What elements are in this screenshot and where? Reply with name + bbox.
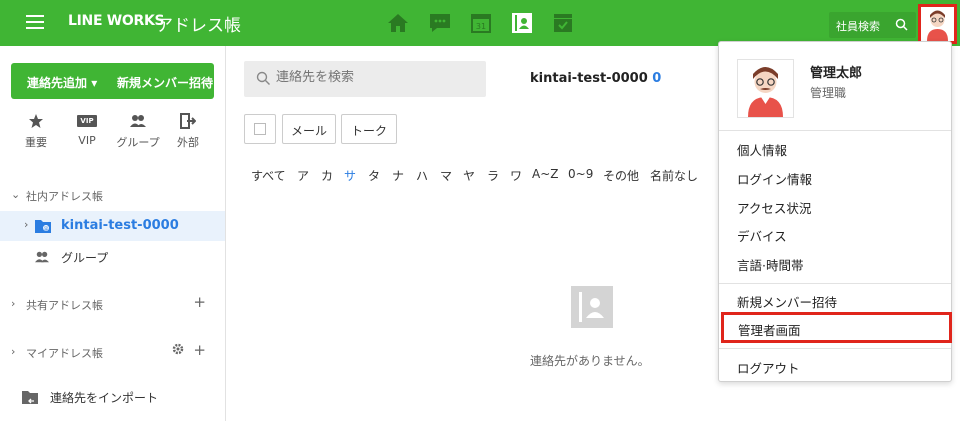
kana-filter-13[interactable]: その他 [603, 167, 639, 184]
gear-icon[interactable] [172, 343, 184, 358]
employee-search-button[interactable]: 社員検索 [829, 12, 916, 38]
profile-avatar-button[interactable] [918, 4, 957, 44]
top-header: LINE WORKS アドレス帳 31 社員検索 [0, 0, 960, 46]
brand-logo[interactable]: LINE WORKS [68, 13, 165, 29]
star-icon [11, 112, 61, 130]
kana-filter-9[interactable]: ラ [487, 167, 499, 184]
domain-title: kintai-test-0000 0 [530, 71, 661, 86]
search-icon [895, 18, 908, 34]
contacts-icon[interactable] [510, 11, 534, 35]
calendar-icon[interactable]: 31 [469, 11, 493, 35]
add-icon[interactable]: + [193, 293, 206, 311]
invite-member-button[interactable]: 新規メンバー招待 [117, 74, 213, 91]
quick-group-label: グループ [116, 136, 160, 149]
kana-filter-12[interactable]: 0~9 [568, 167, 593, 181]
kana-filter-6[interactable]: ハ [416, 167, 428, 184]
drive-icon[interactable] [551, 11, 575, 35]
folder-icon: @ [34, 218, 52, 238]
internal-address-book-label: 社内アドレス帳 [26, 190, 103, 203]
add-contact-button[interactable]: 連絡先追加 ▾ 新規メンバー招待 [11, 63, 214, 99]
profile-avatar [737, 59, 794, 118]
add-contact-label[interactable]: 連絡先追加 ▾ [27, 74, 97, 91]
group-icon [34, 249, 50, 268]
quick-vip[interactable]: VIP VIP [62, 112, 112, 147]
contact-search-input[interactable] [276, 70, 476, 85]
kana-filter-11[interactable]: A~Z [532, 167, 558, 181]
menu-item-personal-info[interactable]: 個人情報 [737, 140, 787, 159]
group-icon [113, 112, 163, 130]
kana-filter-14[interactable]: 名前なし [650, 167, 698, 184]
quick-group[interactable]: グループ [113, 112, 163, 150]
kana-filter-5[interactable]: ナ [392, 167, 404, 184]
talk-button[interactable]: トーク [341, 114, 397, 144]
menu-item-logout[interactable]: ログアウト [737, 358, 800, 377]
menu-item-admin-console[interactable]: 管理者画面 [721, 312, 952, 343]
chevron-right-icon: › [24, 218, 29, 231]
kana-filter-4[interactable]: タ [368, 167, 380, 184]
kana-filter-0[interactable]: すべて [251, 167, 286, 184]
menu-icon[interactable] [26, 15, 44, 29]
avatar-icon [748, 67, 783, 117]
contact-search-box[interactable] [244, 61, 486, 97]
kana-filter-3[interactable]: サ [344, 167, 356, 184]
group-label: グループ [61, 251, 109, 265]
kana-filter-7[interactable]: マ [440, 167, 452, 184]
contacts-empty-icon [571, 286, 613, 328]
my-address-book-label: マイアドレス帳 [26, 347, 103, 360]
avatar-icon [927, 10, 948, 41]
external-icon [163, 112, 213, 130]
vip-badge: VIP [77, 115, 97, 127]
domain-name: kintai-test-0000 [530, 71, 648, 86]
profile-role: 管理職 [810, 86, 847, 100]
quick-external[interactable]: 外部 [163, 112, 213, 150]
mail-button[interactable]: メール [282, 114, 336, 144]
svg-text:@: @ [44, 226, 49, 232]
home-icon[interactable] [386, 11, 410, 35]
quick-important[interactable]: 重要 [11, 112, 61, 150]
vip-icon: VIP [62, 112, 112, 130]
tree-item-group[interactable]: グループ [0, 241, 225, 271]
import-contacts-link[interactable]: 連絡先をインポート [21, 388, 221, 408]
divider [719, 348, 951, 349]
contact-count: 0 [652, 71, 662, 86]
profile-dropdown: 管理太郎 管理職 個人情報 ログイン情報 アクセス状況 デバイス 言語·時間帯 … [718, 41, 952, 382]
tree-item-tenant[interactable]: › @ kintai-test-0000 [0, 211, 225, 241]
employee-search-label: 社員検索 [836, 20, 880, 33]
profile-name: 管理太郎 [810, 66, 863, 81]
chevron-right-icon: › [11, 345, 16, 358]
menu-item-devices[interactable]: デバイス [737, 226, 787, 245]
admin-console-label: 管理者画面 [738, 323, 801, 338]
menu-item-language-timezone[interactable]: 言語·時間帯 [737, 255, 803, 274]
kana-filter-1[interactable]: ア [297, 167, 309, 184]
kana-filter-10[interactable]: ワ [510, 167, 522, 184]
quick-important-label: 重要 [25, 136, 47, 149]
add-icon[interactable]: + [193, 341, 206, 359]
kana-filter-2[interactable]: カ [321, 167, 333, 184]
folder-import-icon [21, 389, 39, 409]
sidebar: 連絡先追加 ▾ 新規メンバー招待 重要 VIP VIP グループ 外部 ⌄ 社内… [0, 46, 226, 421]
talk-icon[interactable] [428, 11, 452, 35]
shared-address-book-label: 共有アドレス帳 [26, 299, 103, 312]
select-all-checkbox[interactable] [244, 114, 276, 144]
calendar-day: 31 [476, 22, 486, 31]
search-icon [256, 71, 271, 90]
tenant-label: kintai-test-0000 [61, 218, 179, 233]
divider [719, 130, 951, 131]
kana-filter-8[interactable]: ヤ [463, 167, 475, 184]
import-label: 連絡先をインポート [50, 391, 159, 405]
quick-external-label: 外部 [177, 136, 199, 149]
empty-message: 連絡先がありません。 [530, 354, 650, 368]
menu-item-invite-member[interactable]: 新規メンバー招待 [737, 292, 837, 311]
divider [719, 283, 951, 284]
app-title: アドレス帳 [156, 16, 241, 36]
menu-item-login-info[interactable]: ログイン情報 [737, 169, 812, 188]
chevron-down-icon: ⌄ [11, 188, 21, 201]
menu-item-access-status[interactable]: アクセス状況 [737, 198, 811, 217]
quick-vip-label: VIP [78, 134, 96, 147]
chevron-right-icon: › [11, 297, 16, 310]
